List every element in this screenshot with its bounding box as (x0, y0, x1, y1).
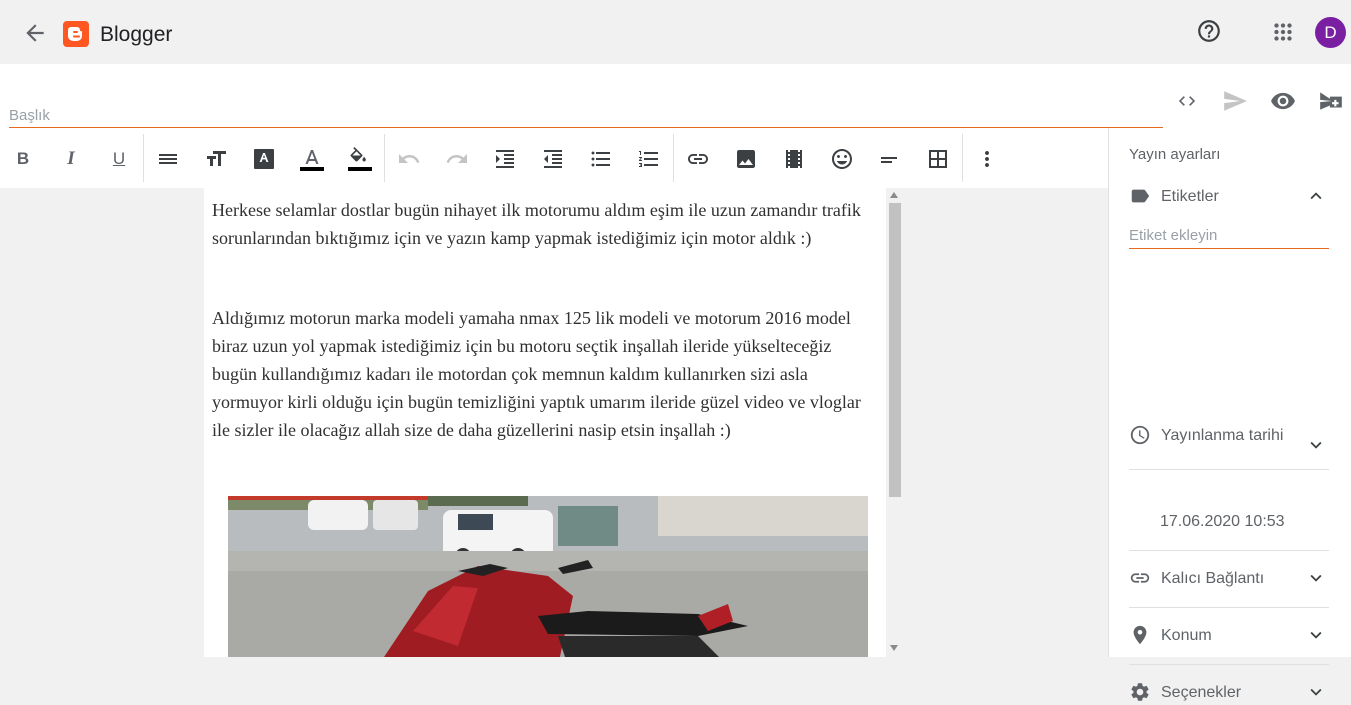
divider (1129, 664, 1329, 665)
clock-icon (1130, 425, 1150, 445)
scrollbar-thumb[interactable] (889, 203, 901, 497)
insert-image-icon[interactable] (733, 146, 759, 172)
more-options-icon[interactable] (974, 146, 1000, 172)
outdent-icon[interactable] (540, 146, 566, 172)
app-title: Blogger (100, 23, 173, 46)
redo-icon[interactable] (444, 146, 470, 172)
toolbar-separator (143, 134, 144, 182)
highlight-color-icon[interactable] (347, 146, 373, 172)
permalink-title: Kalıcı Bağlantı (1161, 570, 1265, 587)
back-arrow-icon[interactable] (22, 20, 48, 46)
labels-input[interactable] (1129, 224, 1329, 246)
publish-send-icon[interactable] (1222, 88, 1248, 114)
scroll-up-arrow-icon[interactable] (890, 192, 898, 198)
title-field (9, 104, 1163, 128)
avatar[interactable]: D (1315, 17, 1346, 48)
formatting-toolbar: B I U (0, 128, 1108, 188)
emoji-icon[interactable] (829, 146, 855, 172)
permalink-section-header[interactable]: Kalıcı Bağlantı (1129, 565, 1329, 591)
labels-section-header[interactable]: Etiketler (1129, 183, 1329, 209)
apps-grid-icon[interactable] (1270, 19, 1296, 45)
undo-icon[interactable] (396, 146, 422, 172)
divider (1129, 469, 1329, 470)
html-view-icon[interactable] (1174, 88, 1200, 114)
post-settings-sidebar: Yayın ayarları Etiketler Yayınlanma tari… (1108, 128, 1351, 701)
gear-icon (1131, 683, 1149, 701)
post-body[interactable]: Herkese selamlar dostlar bugün nihayet i… (204, 188, 886, 657)
editor-canvas: Herkese selamlar dostlar bugün nihayet i… (0, 188, 1108, 657)
paragraph-style-icon[interactable] (155, 146, 181, 172)
underline-button[interactable]: U (106, 146, 132, 172)
insert-table-icon[interactable] (925, 146, 951, 172)
options-title: Seçenekler (1161, 684, 1242, 701)
read-more-break-icon[interactable] (877, 146, 903, 172)
chevron-down-icon (1310, 688, 1322, 696)
post-image-motorcycle[interactable] (228, 496, 868, 657)
blogger-logo-icon (63, 21, 89, 47)
location-pin-icon (1133, 625, 1147, 645)
chevron-down-icon (1310, 441, 1322, 449)
insert-video-icon[interactable] (781, 146, 807, 172)
publish-date-section-header[interactable]: Yayınlanma tarihi (1129, 422, 1329, 449)
preview-eye-icon[interactable] (1270, 88, 1296, 114)
chevron-down-icon (1310, 631, 1322, 639)
schedule-send-icon[interactable] (1318, 88, 1344, 114)
scroll-down-arrow-icon[interactable] (890, 645, 898, 651)
link-icon (1130, 573, 1150, 583)
font-family-icon[interactable] (251, 146, 277, 172)
label-tag-icon (1131, 189, 1150, 203)
numbered-list-icon[interactable] (636, 146, 662, 172)
sidebar-heading: Yayın ayarları (1129, 146, 1221, 163)
divider (1129, 550, 1329, 551)
toolbar-separator (673, 134, 674, 182)
bulleted-list-icon[interactable] (588, 146, 614, 172)
post-paragraph: Aldığımız motorun marka modeli yamaha nm… (212, 308, 861, 440)
font-size-icon[interactable] (203, 146, 229, 172)
link-icon[interactable] (685, 146, 711, 172)
editor-scrollbar[interactable] (886, 188, 904, 657)
editor-area: B I U (0, 64, 1351, 701)
indent-icon[interactable] (492, 146, 518, 172)
publish-date-value: 17.06.2020 10:53 (1160, 513, 1285, 530)
post-paragraph: Herkese selamlar dostlar bugün nihayet i… (212, 200, 861, 248)
toolbar-separator (962, 134, 963, 182)
chevron-up-icon (1310, 192, 1322, 200)
chevron-down-icon (1310, 574, 1322, 582)
publish-date-title: Yayınlanma tarihi (1161, 427, 1284, 444)
location-section-header[interactable]: Konum (1129, 622, 1329, 648)
post-title-input[interactable] (9, 104, 1163, 126)
top-app-bar: Blogger D (0, 0, 1351, 64)
options-section-header[interactable]: Seçenekler (1129, 679, 1329, 705)
text-color-icon[interactable] (299, 146, 325, 172)
toolbar-separator (384, 134, 385, 182)
bold-button[interactable]: B (10, 146, 36, 172)
italic-button[interactable]: I (58, 146, 84, 172)
labels-field (1129, 224, 1329, 249)
location-title: Konum (1161, 627, 1212, 644)
help-icon[interactable] (1196, 18, 1222, 44)
divider (1129, 607, 1329, 608)
labels-title: Etiketler (1161, 188, 1219, 205)
